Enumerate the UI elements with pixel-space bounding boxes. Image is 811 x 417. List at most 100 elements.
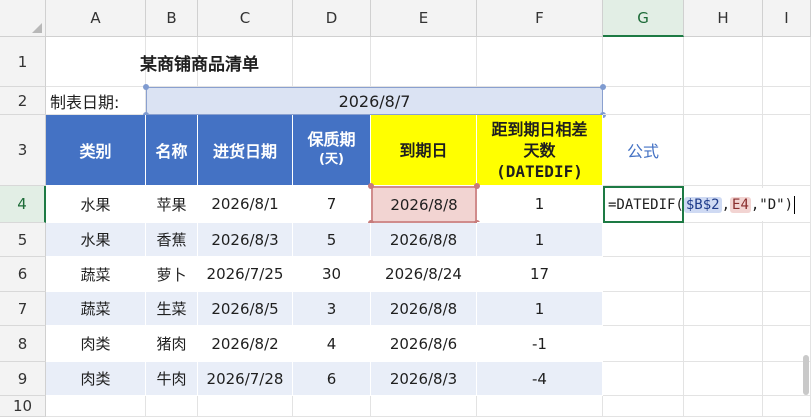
column-header-i[interactable]: I: [763, 0, 811, 37]
column-header-g[interactable]: G: [603, 0, 684, 37]
header-name[interactable]: 名称: [146, 115, 198, 186]
header-category[interactable]: 类别: [46, 115, 146, 186]
range-handle-icon[interactable]: [143, 84, 149, 90]
cell-b10[interactable]: [146, 396, 198, 417]
column-header-f[interactable]: F: [477, 0, 603, 37]
cell-b2-date-value[interactable]: 2026/8/7: [146, 87, 603, 115]
row-header-2[interactable]: 2: [0, 87, 46, 115]
cell-g8[interactable]: [603, 326, 684, 362]
table-cell-days-diff[interactable]: 1: [477, 223, 603, 257]
table-cell-category[interactable]: 蔬菜: [46, 292, 146, 326]
row-header-1[interactable]: 1: [0, 37, 46, 87]
column-header-e[interactable]: E: [371, 0, 477, 37]
table-cell-shelf-life[interactable]: 6: [293, 362, 371, 396]
table-cell-days-diff[interactable]: 17: [477, 257, 603, 292]
table-cell-shelf-life[interactable]: 5: [293, 223, 371, 257]
table-cell-purchase-date[interactable]: 2026/7/25: [198, 257, 293, 292]
row-header-8[interactable]: 8: [0, 326, 46, 362]
column-header-a[interactable]: A: [46, 0, 146, 37]
cell-g6[interactable]: [603, 257, 684, 292]
table-cell-name[interactable]: 萝卜: [146, 257, 198, 292]
row-header-5[interactable]: 5: [0, 223, 46, 257]
cell-c10[interactable]: [198, 396, 293, 417]
table-cell-purchase-date[interactable]: 2026/8/3: [198, 223, 293, 257]
table-cell-expiry-date-referenced[interactable]: 2026/8/8: [371, 186, 477, 223]
cell-g10[interactable]: [603, 396, 684, 417]
table-cell-purchase-date[interactable]: 2026/8/5: [198, 292, 293, 326]
row-header-6[interactable]: 6: [0, 257, 46, 292]
table-cell-shelf-life[interactable]: 7: [293, 186, 371, 223]
row-header-4[interactable]: 4: [0, 186, 46, 223]
cell-h7[interactable]: [684, 292, 763, 326]
cell-h5[interactable]: [684, 223, 763, 257]
header-purchase-date[interactable]: 进货日期: [198, 115, 293, 186]
cell-i6[interactable]: [763, 257, 811, 292]
table-cell-category[interactable]: 水果: [46, 186, 146, 223]
table-cell-days-diff[interactable]: -1: [477, 326, 603, 362]
column-header-h[interactable]: H: [684, 0, 763, 37]
cell-g1[interactable]: [603, 37, 684, 87]
table-cell-shelf-life[interactable]: 30: [293, 257, 371, 292]
cell-h2[interactable]: [684, 87, 763, 115]
cell-h9[interactable]: [684, 362, 763, 396]
vertical-scrollbar-thumb[interactable]: [803, 355, 809, 395]
table-cell-expiry-date[interactable]: 2026/8/3: [371, 362, 477, 396]
cell-i1[interactable]: [763, 37, 811, 87]
row-header-7[interactable]: 7: [0, 292, 46, 326]
table-cell-name[interactable]: 牛肉: [146, 362, 198, 396]
cell-e10[interactable]: [371, 396, 477, 417]
column-header-d[interactable]: D: [293, 0, 371, 37]
table-cell-name[interactable]: 猪肉: [146, 326, 198, 362]
cell-h6[interactable]: [684, 257, 763, 292]
formula-edit-cell[interactable]: =DATEDIF($B$2, E4 ,"D"): [603, 186, 796, 223]
table-cell-expiry-date[interactable]: 2026/8/6: [371, 326, 477, 362]
cell-d10[interactable]: [293, 396, 371, 417]
table-cell-name[interactable]: 生菜: [146, 292, 198, 326]
row-header-10[interactable]: 10: [0, 396, 46, 417]
cell-e1[interactable]: [371, 37, 477, 87]
cell-g5[interactable]: [603, 223, 684, 257]
table-cell-shelf-life[interactable]: 3: [293, 292, 371, 326]
cell-h8[interactable]: [684, 326, 763, 362]
column-header-c[interactable]: C: [198, 0, 293, 37]
row-header-3[interactable]: 3: [0, 115, 46, 186]
table-cell-days-diff[interactable]: 1: [477, 292, 603, 326]
table-cell-expiry-date[interactable]: 2026/8/8: [371, 292, 477, 326]
table-cell-shelf-life[interactable]: 4: [293, 326, 371, 362]
cell-i5[interactable]: [763, 223, 811, 257]
table-cell-purchase-date[interactable]: 2026/8/1: [198, 186, 293, 223]
cell-a10[interactable]: [46, 396, 146, 417]
table-cell-days-diff[interactable]: 1: [477, 186, 603, 223]
cell-i2[interactable]: [763, 87, 811, 115]
table-cell-purchase-date[interactable]: 2026/8/2: [198, 326, 293, 362]
table-cell-expiry-date[interactable]: 2026/8/24: [371, 257, 477, 292]
range-handle-icon[interactable]: [368, 183, 374, 189]
table-cell-category[interactable]: 肉类: [46, 362, 146, 396]
cell-f10[interactable]: [477, 396, 603, 417]
table-cell-expiry-date[interactable]: 2026/8/8: [371, 223, 477, 257]
cell-i3[interactable]: [763, 115, 811, 186]
row-header-9[interactable]: 9: [0, 362, 46, 396]
table-cell-category[interactable]: 蔬菜: [46, 257, 146, 292]
table-cell-name[interactable]: 苹果: [146, 186, 198, 223]
header-days-diff[interactable]: 距到期日相差 天数 (DATEDIF): [477, 115, 603, 186]
table-cell-category[interactable]: 肉类: [46, 326, 146, 362]
cell-g2[interactable]: [603, 87, 684, 115]
table-cell-category[interactable]: 水果: [46, 223, 146, 257]
cell-g7[interactable]: [603, 292, 684, 326]
table-cell-days-diff[interactable]: -4: [477, 362, 603, 396]
cell-f1[interactable]: [477, 37, 603, 87]
header-expiry-date[interactable]: 到期日: [371, 115, 477, 186]
cell-i10[interactable]: [763, 396, 811, 417]
formula-label[interactable]: 公式: [603, 115, 684, 186]
cell-h3[interactable]: [684, 115, 763, 186]
cell-h10[interactable]: [684, 396, 763, 417]
table-cell-name[interactable]: 香蕉: [146, 223, 198, 257]
column-header-b[interactable]: B: [146, 0, 198, 37]
table-cell-purchase-date[interactable]: 2026/7/28: [198, 362, 293, 396]
cell-a2-date-label[interactable]: 制表日期:: [46, 87, 146, 115]
cell-g9[interactable]: [603, 362, 684, 396]
select-all-corner[interactable]: [0, 0, 46, 37]
cell-h1[interactable]: [684, 37, 763, 87]
header-shelf-life[interactable]: 保质期 (天): [293, 115, 371, 186]
